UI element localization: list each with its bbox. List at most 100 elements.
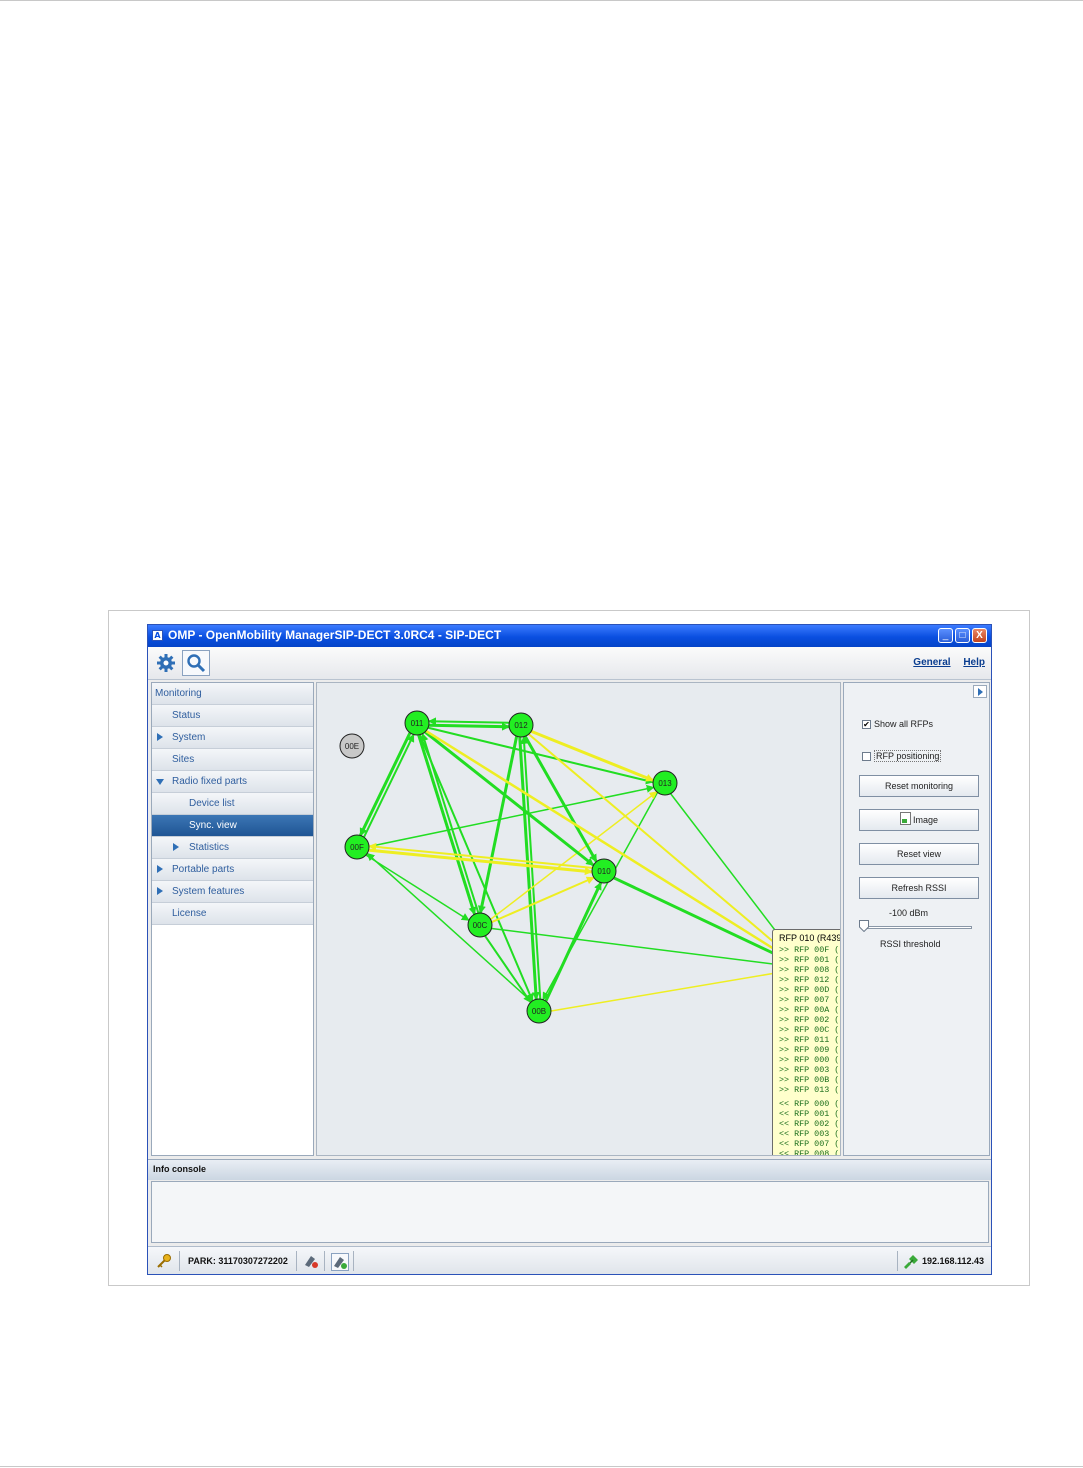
rfp-node-label: 00E [345, 742, 359, 751]
rssi-slider-thumb[interactable] [859, 920, 869, 932]
sidebar-item-system[interactable]: System [152, 727, 313, 749]
omm-disconnected-icon[interactable] [303, 1253, 319, 1269]
sync-edge [490, 791, 658, 920]
rfp-node-label: 010 [597, 867, 611, 876]
expand-arrow-icon[interactable] [157, 887, 163, 895]
tooltip-rssi-line: << RFP 001 (rssi = -35 dBm) [779, 1109, 840, 1119]
status-separator [353, 1251, 354, 1271]
title-bar[interactable]: A OMP - OpenMobility ManagerSIP-DECT 3.0… [148, 625, 991, 647]
minimize-button[interactable]: _ [938, 628, 953, 643]
rfp-node[interactable]: 00C [467, 912, 493, 938]
sync-graph[interactable]: 00E01101201300F01000C00B00F [317, 683, 841, 1156]
rfp-node[interactable]: 013 [652, 770, 678, 796]
options-panel: ✔ Show all RFPs RFP positioning Reset mo… [843, 682, 990, 1156]
rfp-node[interactable]: 00E [339, 733, 365, 759]
magnifier-icon [187, 654, 206, 673]
tooltip-rssi-line: >> RFP 009 (rssi = -58 dBm) [779, 1045, 840, 1055]
refresh-rssi-button[interactable]: Refresh RSSI [859, 877, 979, 899]
show-all-rfps-row[interactable]: ✔ Show all RFPs [862, 719, 933, 729]
tooltip-rssi-line: << RFP 007 (rssi = -67 dBm) [779, 1139, 840, 1149]
expand-arrow-icon[interactable] [157, 733, 163, 741]
rssi-slider-value: -100 dBm [889, 908, 929, 918]
expand-arrow-icon[interactable] [173, 843, 179, 851]
sync-edge [366, 852, 532, 1003]
sync-edge [368, 848, 593, 876]
rfp-node-label: 012 [514, 721, 528, 730]
omm-connected-icon[interactable] [331, 1253, 349, 1271]
sync-edge [518, 737, 540, 1001]
sidebar-item-monitoring[interactable]: Monitoring [152, 683, 313, 705]
sync-edge [368, 842, 593, 869]
reset-monitoring-button[interactable]: Reset monitoring [859, 775, 979, 797]
status-separator [897, 1251, 898, 1271]
gear-icon [157, 654, 175, 672]
sidebar-item-sync-view[interactable]: Sync. view [152, 815, 313, 837]
maximize-button[interactable]: □ [955, 628, 970, 643]
sidebar-item-label: Sync. view [189, 820, 237, 831]
window-title: OMP - OpenMobility ManagerSIP-DECT 3.0RC… [168, 628, 502, 642]
sidebar-item-label: Sites [172, 754, 195, 765]
tooltip-rssi-line: << RFP 008 (rssi = -27 dBm) [779, 1149, 840, 1156]
info-console-area[interactable] [151, 1181, 989, 1243]
rfp-node[interactable]: 00B [526, 998, 552, 1024]
image-icon [899, 812, 911, 825]
page-top-rule [0, 0, 1083, 1]
sync-edge [491, 876, 595, 923]
rssi-slider-label: RSSI threshold [880, 939, 941, 949]
monitoring-button[interactable] [182, 650, 210, 676]
park-code: PARK: 31170307272202 [188, 1256, 288, 1266]
collapse-arrow-icon[interactable] [156, 779, 164, 785]
sync-edge [428, 717, 510, 726]
tooltip-rssi-line: << RFP 000 (rssi = -72 dBm) [779, 1099, 840, 1109]
sidebar-item-portable-parts[interactable]: Portable parts [152, 859, 313, 881]
sidebar-item-sites[interactable]: Sites [152, 749, 313, 771]
rfp-node-label: 011 [411, 719, 424, 728]
show-all-rfps-checkbox[interactable]: ✔ [862, 719, 871, 729]
sync-edge [369, 784, 655, 848]
sidebar-item-status[interactable]: Status [152, 705, 313, 727]
status-bar: PARK: 31170307272202 192.168.112.43 [148, 1246, 991, 1274]
close-button[interactable]: X [972, 628, 987, 643]
configuration-button[interactable] [152, 650, 180, 676]
tooltip-rssi-line: >> RFP 00A (rssi = -72 dBm) [779, 1005, 840, 1015]
rfp-node[interactable]: 011 [404, 710, 430, 736]
rfp-positioning-checkbox[interactable] [862, 751, 871, 761]
sidebar-item-radio-fixed-parts[interactable]: Radio fixed parts [152, 771, 313, 793]
sidebar-item-label: Statistics [189, 842, 230, 853]
tooltip-rssi-line: >> RFP 002 (rssi = -68 dBm) [779, 1015, 840, 1025]
general-link[interactable]: General [913, 657, 950, 668]
sync-view-canvas[interactable]: 00E01101201300F01000C00B00F RFP 010 (R43… [316, 682, 841, 1156]
tooltip-title: RFP 010 (R439 Decke re.) [779, 933, 841, 943]
rfp-positioning-label: RFP positioning [874, 750, 942, 762]
sidebar-item-license[interactable]: License [152, 903, 313, 925]
sync-edge [542, 792, 659, 1001]
tooltip-rssi-line: << RFP 003 (rssi = -67 dBm) [779, 1129, 840, 1139]
rssi-slider-track[interactable] [862, 926, 972, 929]
rfp-positioning-row[interactable]: RFP positioning [862, 750, 942, 762]
sidebar-item-label: Status [172, 710, 201, 721]
sidebar-item-device-list[interactable]: Device list [152, 793, 313, 815]
expand-arrow-icon[interactable] [157, 865, 163, 873]
sidebar-item-label: Portable parts [172, 864, 235, 875]
app-icon: A [152, 630, 163, 641]
sidebar-item-system-features[interactable]: System features [152, 881, 313, 903]
tooltip-rssi-line: >> RFP 008 (rssi = -50 dBm) [779, 965, 840, 975]
collapse-panel-button[interactable] [973, 685, 987, 698]
sync-edge [359, 732, 412, 837]
rfp-node[interactable]: 012 [508, 712, 534, 738]
status-separator [296, 1251, 297, 1271]
sync-edge [363, 733, 415, 838]
reset-view-button[interactable]: Reset view [859, 843, 979, 865]
sidebar-item-statistics[interactable]: Statistics [152, 837, 313, 859]
info-console-header: Info console [148, 1159, 991, 1180]
image-button[interactable]: Image [859, 809, 979, 831]
sidebar-item-label: System features [172, 886, 245, 897]
sync-edge [484, 935, 532, 1004]
rfp-node[interactable]: 010 [591, 858, 617, 884]
rfp-node[interactable]: 00F [344, 834, 370, 860]
sidebar-item-label: License [172, 908, 207, 919]
page-bottom-rule [0, 1466, 1083, 1467]
info-console-title: Info console [153, 1164, 207, 1174]
help-link[interactable]: Help [963, 657, 985, 668]
tooltip-rssi-line: >> RFP 012 (rssi = -70 dBm) [779, 975, 840, 985]
